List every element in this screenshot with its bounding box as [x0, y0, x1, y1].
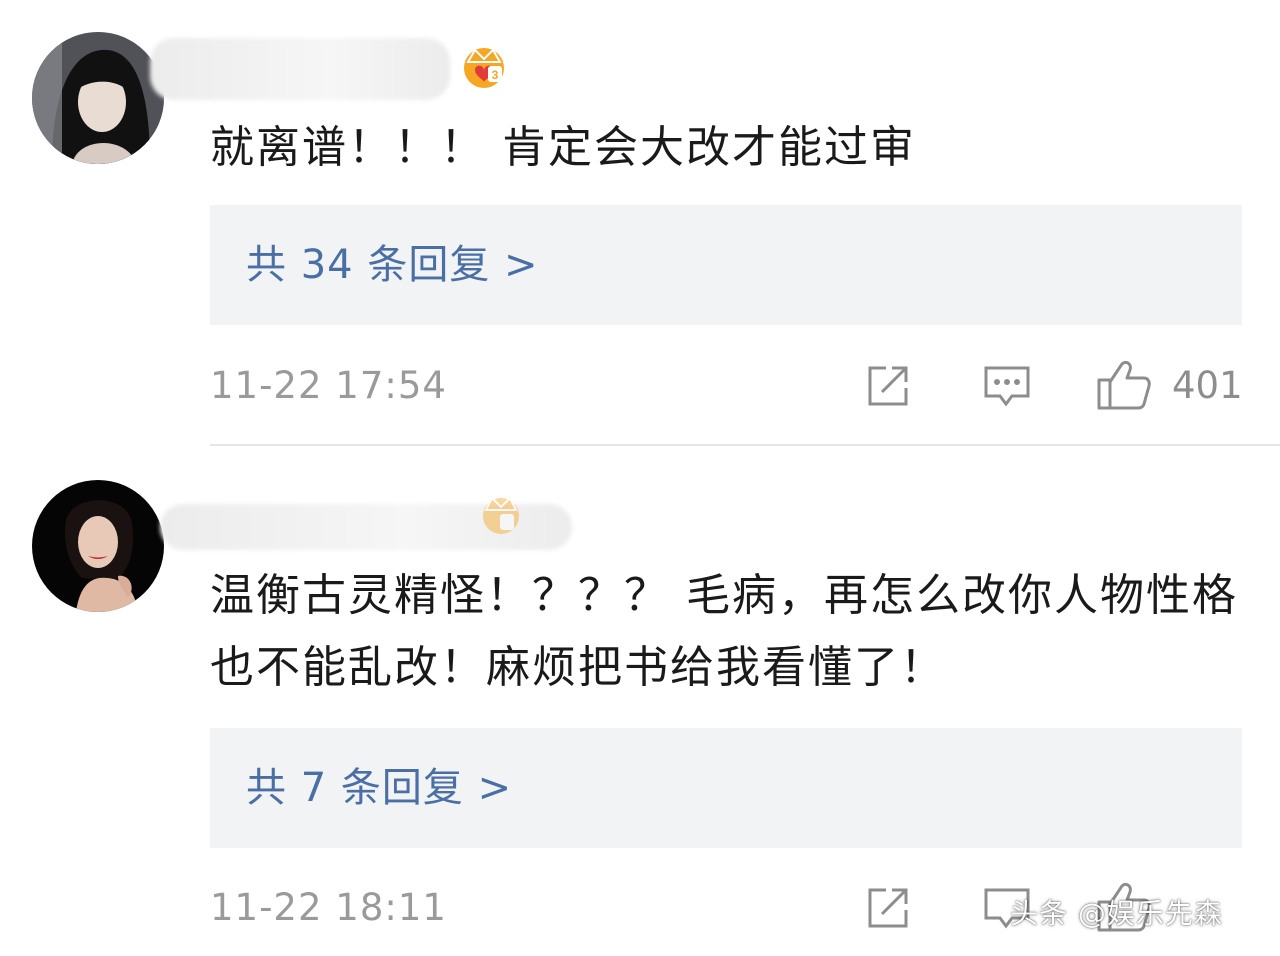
comment-text: 温衡古灵精怪！？？？ 毛病，再怎么改你人物性格也不能乱改！麻烦把书给我看懂了！ [210, 570, 1238, 693]
comment-timestamp: 11-22 17:54 [210, 364, 447, 407]
like-thumb-icon[interactable] [1096, 358, 1152, 416]
replies-box[interactable]: 共 34 条回复 > [210, 205, 1242, 325]
comment-timestamp: 11-22 18:11 [210, 886, 447, 929]
comment-item: 3 就离谱！！！ 肯定会大改才能过审 共 34 条回复 > 11-22 17:5… [0, 0, 1280, 446]
share-icon[interactable] [864, 884, 912, 936]
user-avatar[interactable] [32, 32, 164, 164]
vip-crown-badge-icon: 3 [458, 40, 510, 96]
comment-text: 就离谱！！！ 肯定会大改才能过审 [210, 122, 916, 173]
avatar-woman-red-lips-icon [32, 480, 164, 612]
vip-crown-badge-icon [478, 488, 524, 544]
share-icon[interactable] [864, 362, 912, 414]
avatar-woman-dark-hair-icon [32, 32, 164, 164]
view-replies-link[interactable]: 共 7 条回复 > [246, 760, 512, 816]
replies-box[interactable]: 共 7 条回复 > [210, 728, 1242, 848]
comment-icon[interactable] [982, 362, 1032, 416]
watermark-text: 头条 @娱乐先森 [1010, 897, 1223, 930]
like-count: 401 [1172, 364, 1243, 407]
user-avatar[interactable] [32, 480, 164, 612]
svg-text:3: 3 [492, 68, 499, 82]
comment-item: 温衡古灵精怪！？？？ 毛病，再怎么改你人物性格也不能乱改！麻烦把书给我看懂了！ … [0, 446, 1280, 956]
comment-meta-row: 11-22 17:54 401 [210, 356, 1250, 416]
username-blurred[interactable] [150, 38, 450, 100]
view-replies-link[interactable]: 共 34 条回复 > [246, 237, 539, 293]
